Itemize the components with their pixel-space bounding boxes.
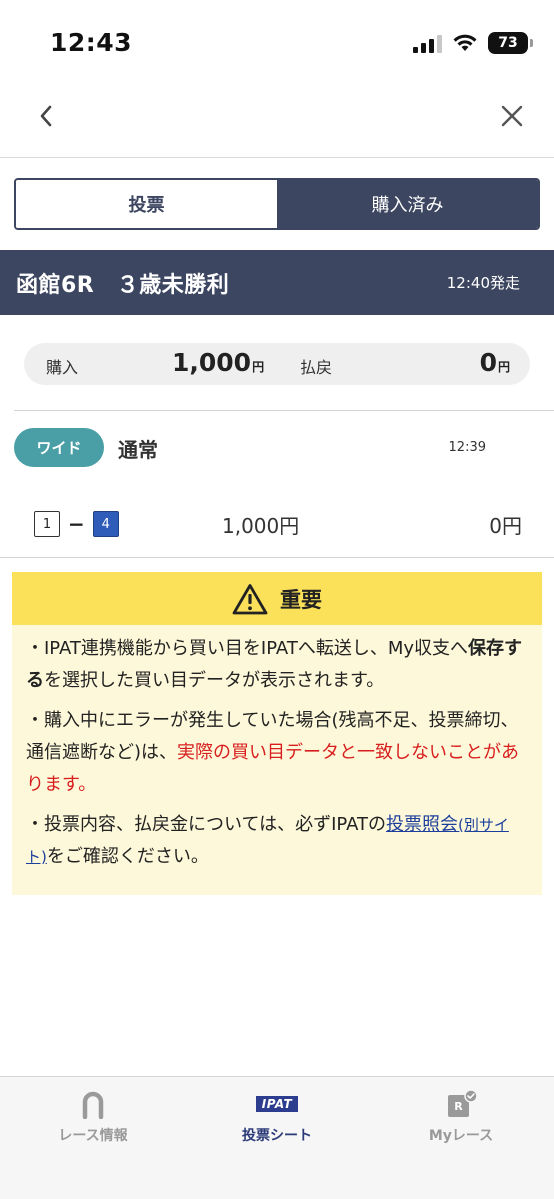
notice-paragraph: ・購入中にエラーが発生していた場合(残高不足、投票締切、通信遮断など)は、実際の…	[26, 705, 528, 801]
tab-my-race[interactable]: R Myレース	[391, 1087, 531, 1145]
horseshoe-icon	[82, 1091, 104, 1119]
combination-dash: −	[68, 512, 85, 536]
tab-vote-sheet[interactable]: IPAT 投票シート	[207, 1087, 347, 1145]
divider	[0, 557, 554, 558]
tab-purchased[interactable]: 購入済み	[277, 180, 538, 228]
nav-bar	[0, 80, 554, 158]
notice-text: ・投票内容、払戻金については、必ずIPATの	[26, 814, 387, 835]
segmented-tabs: 投票 購入済み	[14, 178, 540, 230]
payout-amount: 0円	[480, 348, 510, 377]
notice-paragraph: ・IPAT連携機能から買い目をIPATへ転送し、My収支へ保存するを選択した買い…	[26, 633, 528, 697]
notice-text: をご確認ください。	[46, 846, 209, 867]
notice-title: 重要	[280, 587, 322, 612]
horse-number-box: 4	[92, 511, 119, 537]
battery-level: 73	[498, 35, 518, 51]
status-bar: 12:43 73	[0, 0, 554, 80]
check-icon	[464, 1089, 478, 1103]
bet-payout: 0円	[489, 514, 522, 538]
tab-icon-wrap	[80, 1087, 106, 1121]
bet-type-badge: ワイド	[14, 428, 104, 467]
close-icon	[501, 105, 523, 127]
purchase-amount-value: 1,000	[172, 348, 252, 377]
payout-unit: 円	[497, 360, 510, 374]
purchase-summary: 購入 1,000円 払戻 0円	[24, 343, 530, 385]
back-button[interactable]	[30, 100, 62, 132]
payout-amount-value: 0	[479, 348, 497, 377]
bet-time: 12:39	[448, 440, 486, 455]
purchase-unit: 円	[252, 360, 265, 374]
bet-mode: 通常	[118, 438, 158, 462]
tab-label: 投票シート	[242, 1128, 312, 1144]
notice-text: ・IPAT連携機能から買い目をIPATへ転送し、My収支へ	[26, 638, 469, 659]
notice-paragraph: ・投票内容、払戻金については、必ずIPATの投票照会(別サイト)をご確認ください…	[26, 809, 528, 873]
tab-vote[interactable]: 投票	[16, 180, 277, 228]
important-notice: 重要 ・IPAT連携機能から買い目をIPATへ転送し、My収支へ保存するを選択し…	[12, 572, 542, 895]
race-post-time: 12:40発走	[446, 274, 520, 292]
my-race-icon-graphic: R	[448, 1089, 478, 1117]
vote-inquiry-link-label: 投票照会	[386, 814, 459, 835]
race-header: 函館6R ３歳未勝利 12:40発走	[0, 250, 554, 315]
chevron-left-icon	[40, 105, 52, 127]
notice-body: ・IPAT連携機能から買い目をIPATへ転送し、My収支へ保存するを選択した買い…	[12, 625, 542, 873]
notice-text: を選択した買い目データが表示されます。	[44, 670, 385, 691]
warning-icon	[232, 583, 268, 614]
bet-amount: 1,000円	[222, 514, 300, 538]
status-icons: 73	[413, 32, 533, 54]
bet-combination: 1 − 4	[34, 511, 119, 537]
tab-race-info[interactable]: レース情報	[23, 1087, 163, 1145]
divider	[14, 410, 554, 411]
close-button[interactable]	[496, 100, 528, 132]
horse-number-box: 1	[34, 511, 60, 537]
tab-label: レース情報	[58, 1128, 128, 1144]
tab-label: Myレース	[428, 1128, 494, 1144]
status-time: 12:43	[50, 28, 133, 57]
purchase-amount: 1,000円	[172, 348, 264, 377]
bottom-tab-bar: レース情報 IPAT 投票シート R Myレース	[0, 1076, 554, 1199]
race-title: 函館6R ３歳未勝利	[16, 273, 230, 298]
ipat-badge: IPAT	[255, 1096, 299, 1112]
wifi-icon	[453, 34, 477, 51]
payout-label: 払戻	[300, 358, 333, 377]
ipat-icon: IPAT	[255, 1087, 299, 1121]
purchase-label: 購入	[46, 358, 79, 377]
battery-icon: 73	[488, 32, 533, 54]
cellular-signal-icon	[413, 33, 442, 53]
notice-header: 重要	[12, 572, 542, 625]
my-race-icon: R	[448, 1087, 478, 1121]
